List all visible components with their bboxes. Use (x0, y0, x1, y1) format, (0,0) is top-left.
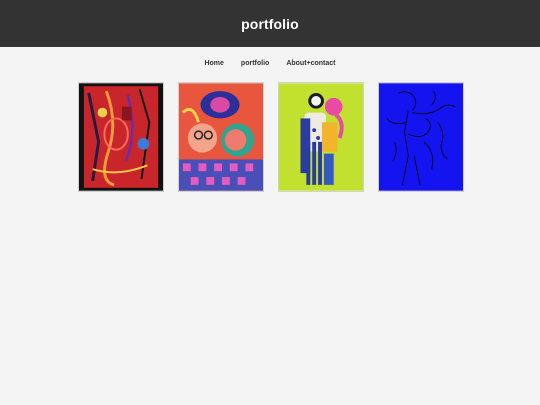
gallery-item-colorful-faces-painting[interactable] (178, 82, 264, 192)
colorful-faces-painting-image (179, 83, 263, 191)
green-figures-painting-image (279, 83, 363, 191)
blue-line-drawing-image (379, 83, 463, 191)
gallery-item-green-figures-painting[interactable] (278, 82, 364, 192)
nav-link-home[interactable]: Home (204, 60, 223, 67)
main-nav: Home portfolio About+contact (0, 52, 540, 74)
portfolio-gallery (78, 82, 464, 192)
gallery-item-blue-line-drawing[interactable] (378, 82, 464, 192)
nav-link-portfolio[interactable]: portfolio (241, 60, 269, 67)
site-title[interactable]: portfolio (241, 16, 299, 32)
site-header: portfolio (0, 0, 540, 47)
abstract-red-painting-image (79, 83, 163, 191)
nav-link-about-contact[interactable]: About+contact (286, 60, 335, 67)
gallery-item-abstract-red-painting[interactable] (78, 82, 164, 192)
